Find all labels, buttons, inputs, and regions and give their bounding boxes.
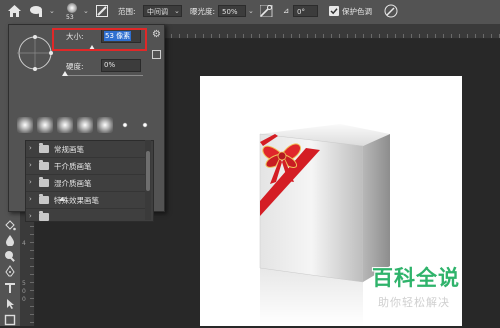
blur-tool-icon[interactable]: [4, 234, 16, 247]
paint-bucket-tool-icon[interactable]: [4, 220, 16, 232]
exposure-label: 曝光度:: [190, 7, 216, 16]
watermark-subtitle: 助你轻松解决: [378, 296, 450, 309]
exposure-value: 50%: [222, 8, 238, 16]
protect-tones-checkbox[interactable]: [329, 6, 339, 16]
brush-preset-picker[interactable]: 53: [64, 2, 80, 22]
chevron-down-icon[interactable]: ⌄: [174, 7, 180, 15]
folder-icon: [39, 143, 49, 153]
brush-folder-list: › 常规画笔 › 干介质画笔 › 湿介质画笔 › 特殊效果画笔 ›: [25, 140, 154, 222]
hardness-slider-thumb[interactable]: [62, 71, 68, 76]
angle-value: 0°: [297, 8, 305, 16]
folder-icon: [39, 194, 49, 204]
brush-folder-row[interactable]: ›: [26, 209, 146, 221]
dodge-tool-icon[interactable]: [30, 5, 46, 19]
protect-tones-label: 保护色调: [342, 7, 372, 16]
brush-folder-row[interactable]: › 常规画笔: [26, 141, 146, 158]
brush-size-readout: 53: [66, 14, 74, 21]
brush-preset-panel: 大小: 53 像素 ⚙ 硬度: 0% › 常规画笔 › 干介质画笔 › 湿介质画…: [8, 24, 165, 222]
brush-preset-thumbnail[interactable]: [77, 117, 93, 133]
angle-icon: ⊿: [283, 6, 290, 15]
panel-resize-handle[interactable]: [59, 197, 65, 201]
watermark-title: 百科全说: [372, 266, 460, 290]
list-scrollbar-thumb[interactable]: [146, 151, 150, 191]
ruler-mark: 0: [22, 296, 26, 303]
folder-label: 常规画笔: [54, 145, 84, 154]
exposure-field[interactable]: 50%: [218, 5, 246, 17]
chevron-down-icon[interactable]: ⌄: [83, 7, 89, 15]
pressure-size-icon[interactable]: [384, 4, 398, 20]
type-tool-icon[interactable]: [4, 282, 16, 294]
size-highlight-annotation: [52, 28, 147, 51]
options-bar: ⌄ 53 ⌄ 范围: 中间调 ⌄ 曝光度: 50% ⌄ ⊿ 0° 保护色调: [0, 0, 500, 25]
watermark: 百科全说 助你轻松解决: [366, 258, 491, 320]
brush-folder-row[interactable]: › 湿介质画笔: [26, 175, 146, 192]
brush-settings-panel-icon[interactable]: [96, 5, 108, 19]
horizontal-ruler: [163, 24, 500, 39]
vertical-ruler: 4 5 0 0: [20, 210, 35, 326]
range-label: 范围:: [118, 7, 136, 16]
airbrush-icon[interactable]: [259, 4, 273, 19]
hardness-slider-track[interactable]: [65, 75, 143, 76]
checkmark-icon: [330, 8, 338, 15]
folder-icon: [39, 160, 49, 170]
soft-brush-icon: [67, 3, 77, 13]
ruler-mark: 4: [22, 240, 26, 247]
dodge-tool-icon[interactable]: [4, 250, 16, 262]
chevron-down-icon[interactable]: ⌄: [248, 7, 254, 15]
chevron-right-icon[interactable]: ›: [29, 161, 32, 169]
folder-label: 湿介质画笔: [54, 179, 92, 188]
chevron-right-icon[interactable]: ›: [29, 195, 32, 203]
hardness-value: 0%: [104, 61, 116, 69]
folder-icon: [39, 211, 49, 221]
pen-tool-icon[interactable]: [4, 265, 16, 277]
brush-preset-thumbnail[interactable]: [17, 117, 33, 133]
new-preset-icon[interactable]: [152, 50, 161, 59]
gear-icon[interactable]: ⚙: [152, 29, 161, 40]
angle-field[interactable]: 0°: [293, 5, 318, 17]
home-icon[interactable]: [8, 5, 21, 19]
hardness-input[interactable]: 0%: [101, 59, 141, 72]
folder-label: 干介质画笔: [54, 162, 92, 171]
path-selection-tool-icon[interactable]: [4, 298, 16, 310]
chevron-right-icon[interactable]: ›: [29, 212, 32, 220]
brush-preset-thumbnail[interactable]: [37, 117, 53, 133]
rectangle-tool-icon[interactable]: [4, 314, 16, 326]
chevron-right-icon[interactable]: ›: [29, 144, 32, 152]
brush-angle-roundness-widget[interactable]: [15, 33, 55, 73]
brush-preset-thumbnail[interactable]: [117, 117, 133, 133]
folder-icon: [39, 177, 49, 187]
range-value: 中间调: [147, 8, 168, 16]
brush-folder-row[interactable]: › 特殊效果画笔: [26, 192, 146, 209]
brush-folder-row[interactable]: › 干介质画笔: [26, 158, 146, 175]
hardness-label: 硬度:: [66, 62, 84, 71]
ruler-mark: 5: [22, 280, 26, 287]
brush-preset-thumbnail[interactable]: [97, 117, 113, 133]
brush-preset-thumbnail[interactable]: [137, 117, 153, 133]
chevron-down-icon[interactable]: ⌄: [49, 7, 55, 15]
chevron-right-icon[interactable]: ›: [29, 178, 32, 186]
ruler-mark: 0: [22, 288, 26, 295]
brush-preset-thumbnail[interactable]: [57, 117, 73, 133]
